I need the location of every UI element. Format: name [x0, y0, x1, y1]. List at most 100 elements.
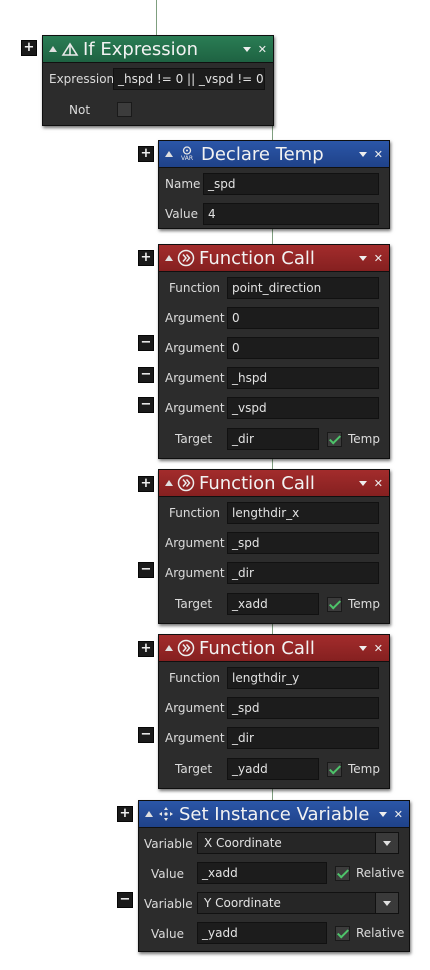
- argument-label: Argument: [165, 371, 225, 385]
- collapse-triangle-icon[interactable]: [145, 811, 153, 817]
- collapse-triangle-icon[interactable]: [49, 46, 57, 52]
- block-title: Function Call: [199, 472, 315, 494]
- expand-plus-button[interactable]: +: [138, 476, 154, 492]
- temp-label: Temp: [348, 762, 380, 776]
- variable-dropdown[interactable]: X Coordinate: [197, 832, 399, 854]
- block-title: Declare Temp: [201, 143, 324, 165]
- close-icon[interactable]: ✕: [258, 43, 267, 56]
- relative-label: Relative: [356, 926, 405, 940]
- argument-field[interactable]: _spd: [227, 532, 379, 554]
- remove-row-button[interactable]: −: [117, 892, 133, 908]
- dropdown-arrow-icon[interactable]: [375, 893, 398, 913]
- function-call-header[interactable]: Function Call ✕: [159, 470, 389, 497]
- expand-plus-button[interactable]: +: [138, 250, 154, 266]
- remove-argument-button[interactable]: −: [138, 397, 154, 413]
- variable-dropdown[interactable]: Y Coordinate: [197, 892, 399, 914]
- function-call-header[interactable]: Function Call ✕: [159, 245, 389, 272]
- function-icon: [177, 249, 195, 267]
- var-icon: VAR: [177, 145, 197, 163]
- value-label: Value: [165, 207, 198, 221]
- argument-field[interactable]: _hspd: [227, 367, 379, 389]
- target-field[interactable]: _dir: [227, 428, 319, 450]
- function-icon: [177, 474, 195, 492]
- target-field[interactable]: _yadd: [227, 758, 319, 780]
- collapse-triangle-icon[interactable]: [165, 255, 173, 261]
- argument-field[interactable]: 0: [227, 307, 379, 329]
- var-icon-text: VAR: [181, 155, 193, 162]
- close-icon[interactable]: ✕: [374, 148, 383, 161]
- connector-line: [156, 0, 157, 36]
- function-field[interactable]: lengthdir_y: [227, 667, 379, 689]
- value-label: Value: [151, 867, 184, 881]
- remove-argument-button[interactable]: −: [138, 727, 154, 743]
- variable-label: Variable: [144, 897, 193, 911]
- if-expression-block: If Expression ✕ Expression _hspd != 0 ||…: [42, 35, 274, 126]
- name-field[interactable]: _spd: [203, 173, 379, 195]
- chevron-down-icon[interactable]: [358, 151, 367, 157]
- argument-field[interactable]: _dir: [227, 562, 379, 584]
- relative-checkbox[interactable]: [335, 926, 350, 941]
- block-title: Function Call: [199, 247, 315, 269]
- variable-dropdown-value: Y Coordinate: [204, 896, 281, 910]
- function-field[interactable]: lengthdir_x: [227, 502, 379, 524]
- dropdown-arrow-icon[interactable]: [375, 833, 398, 853]
- expand-plus-button[interactable]: +: [138, 146, 154, 162]
- argument-label: Argument: [165, 536, 225, 550]
- remove-argument-button[interactable]: −: [138, 562, 154, 578]
- close-icon[interactable]: ✕: [374, 252, 383, 265]
- target-label: Target: [175, 762, 213, 776]
- close-icon[interactable]: ✕: [374, 642, 383, 655]
- connector-line: [272, 227, 273, 245]
- value-field[interactable]: _yadd: [197, 922, 327, 944]
- close-icon[interactable]: ✕: [394, 808, 403, 821]
- value-field[interactable]: _xadd: [197, 862, 327, 884]
- argument-field[interactable]: _vspd: [227, 397, 379, 419]
- collapse-triangle-icon[interactable]: [165, 480, 173, 486]
- temp-checkbox[interactable]: [327, 597, 342, 612]
- block-title: Set Instance Variable: [179, 803, 370, 825]
- function-call-block: Function Call ✕ Function lengthdir_y Arg…: [158, 634, 390, 789]
- if-expression-header[interactable]: If Expression ✕: [43, 36, 273, 63]
- declare-temp-header[interactable]: VAR Declare Temp ✕: [159, 141, 389, 168]
- remove-argument-button[interactable]: −: [138, 367, 154, 383]
- expand-plus-button[interactable]: +: [138, 641, 154, 657]
- collapse-triangle-icon[interactable]: [165, 151, 173, 157]
- set-instance-variable-header[interactable]: Set Instance Variable ✕: [139, 801, 409, 828]
- argument-label: Argument: [165, 401, 225, 415]
- chevron-down-icon[interactable]: [358, 645, 367, 651]
- expand-plus-button[interactable]: +: [117, 806, 133, 822]
- chevron-down-icon[interactable]: [242, 46, 251, 52]
- function-icon: [177, 639, 195, 657]
- block-title: Function Call: [199, 637, 315, 659]
- not-checkbox[interactable]: [117, 102, 132, 117]
- argument-label: Argument: [165, 341, 225, 355]
- remove-argument-button[interactable]: −: [138, 335, 154, 351]
- chevron-down-icon[interactable]: [358, 480, 367, 486]
- chevron-down-icon[interactable]: [378, 811, 387, 817]
- argument-field[interactable]: _spd: [227, 697, 379, 719]
- function-label: Function: [169, 671, 221, 685]
- close-icon[interactable]: ✕: [374, 477, 383, 490]
- variable-label: Variable: [144, 837, 193, 851]
- function-call-block: Function Call ✕ Function lengthdir_x Arg…: [158, 469, 390, 624]
- argument-field[interactable]: _dir: [227, 727, 379, 749]
- expression-field[interactable]: _hspd != 0 || _vspd != 0: [113, 68, 265, 90]
- target-field[interactable]: _xadd: [227, 593, 319, 615]
- value-label: Value: [151, 927, 184, 941]
- argument-label: Argument: [165, 311, 225, 325]
- function-field[interactable]: point_direction: [227, 277, 379, 299]
- expression-label: Expression: [49, 72, 115, 86]
- argument-label: Argument: [165, 566, 225, 580]
- chevron-down-icon[interactable]: [358, 255, 367, 261]
- collapse-triangle-icon[interactable]: [165, 645, 173, 651]
- expand-plus-button[interactable]: +: [21, 40, 37, 56]
- temp-label: Temp: [348, 432, 380, 446]
- temp-checkbox[interactable]: [327, 432, 342, 447]
- block-title: If Expression: [83, 38, 199, 60]
- argument-field[interactable]: 0: [227, 337, 379, 359]
- temp-checkbox[interactable]: [327, 762, 342, 777]
- function-call-header[interactable]: Function Call ✕: [159, 635, 389, 662]
- branch-icon: [61, 40, 79, 58]
- relative-checkbox[interactable]: [335, 866, 350, 881]
- value-field[interactable]: 4: [203, 203, 379, 225]
